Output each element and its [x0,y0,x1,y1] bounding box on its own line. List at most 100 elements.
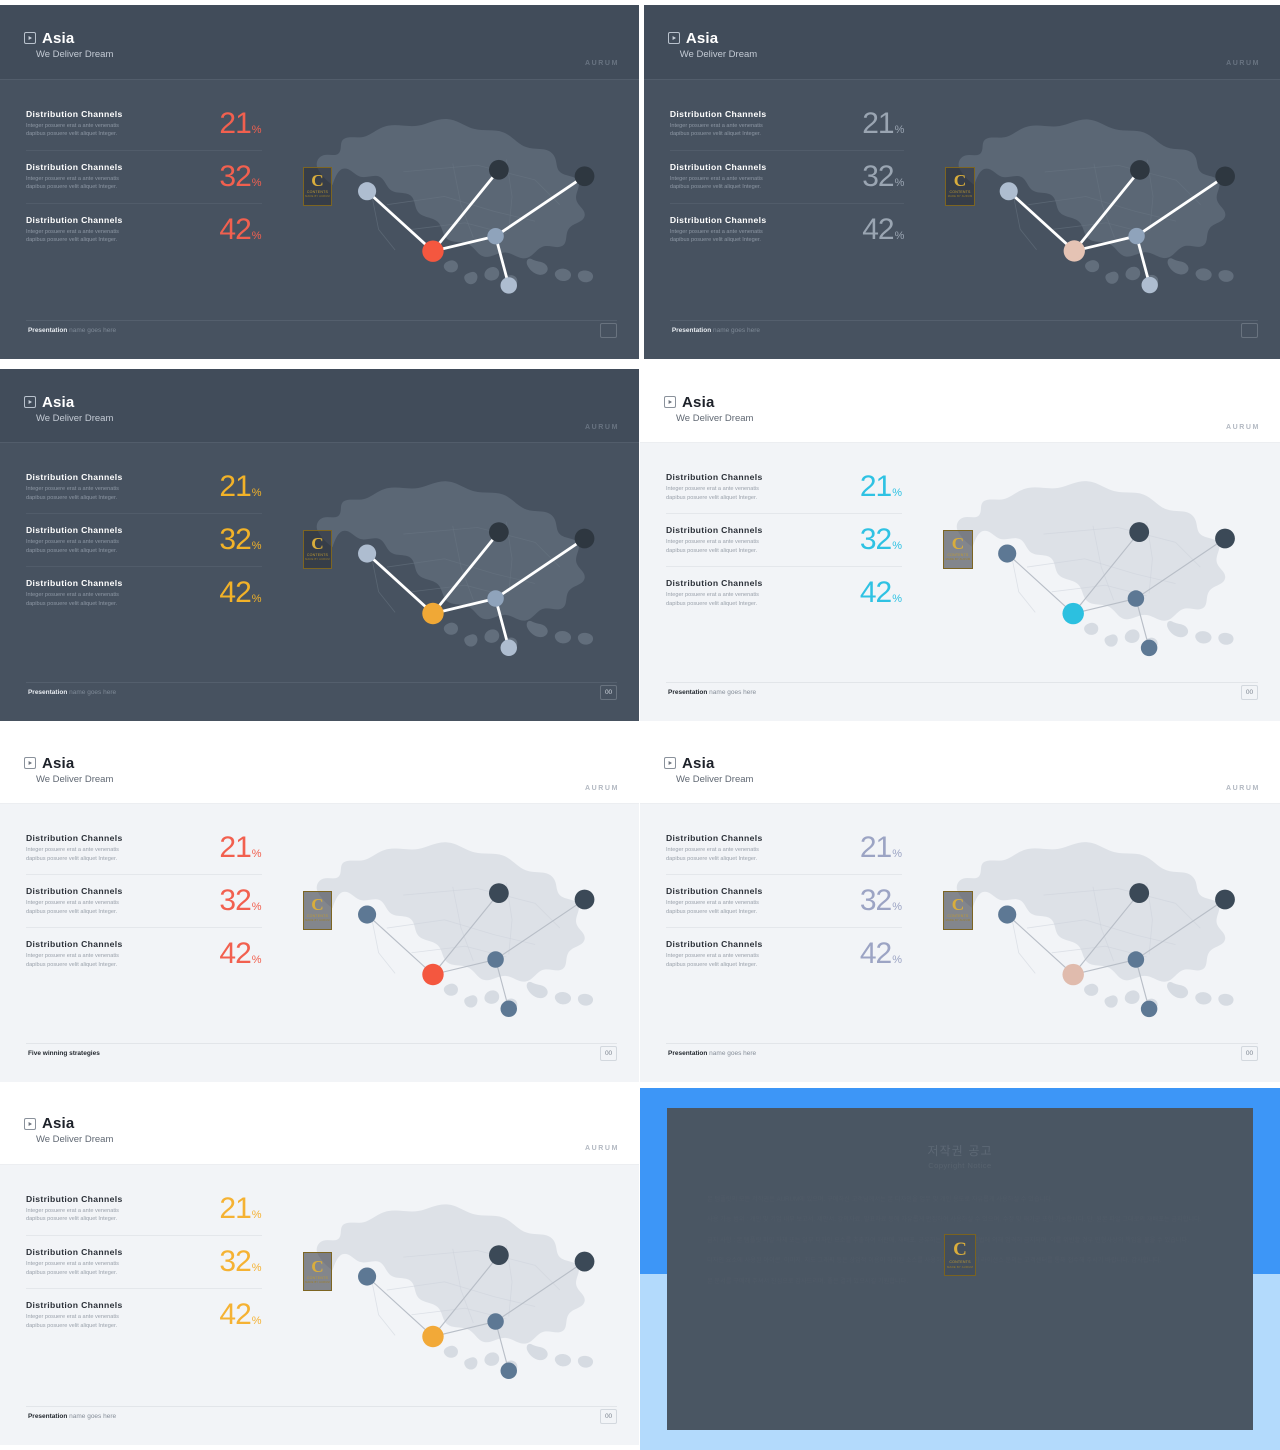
slide-light-cyan[interactable]: Asia We Deliver Dream AURUM Distribution… [640,369,1280,721]
stat-row[interactable]: Distribution Channels Integer posuere er… [669,149,905,203]
stat-number: 32 [219,159,251,193]
slide-header [640,369,1280,443]
page-title: Asia [23,31,75,46]
stat-row[interactable]: Distribution Channels Integer posuere er… [670,108,905,150]
badge-letter: C [951,895,965,915]
copyright-card: 저작권 공고 Copyright Notice 본 템플릿의 모든 저작권은 A… [667,1108,1253,1430]
footer-divider [25,1406,618,1407]
contents-badge: C CONTENTS MADE BY AURUM [943,529,973,569]
page-number-badge[interactable]: 00 [1241,323,1259,339]
stat-row[interactable]: Distribution Channels Integer posuere er… [26,1194,262,1235]
stat-row[interactable]: Distribution Channels Integer posuere er… [666,874,902,927]
stat-percent-symbol: % [251,229,262,242]
stat-text: Distribution Channels Integer posuere er… [666,833,860,863]
page-number-badge[interactable]: 00 [600,323,618,339]
stat-number: 42 [219,1298,251,1332]
stat-row[interactable]: Distribution Channels Integer posuere er… [666,833,902,874]
stats-list: Distribution Channels Integer posuere er… [25,1194,262,1332]
page-number-text: 00 [604,689,613,697]
stat-number: 32 [219,884,251,918]
stats-list: Distribution Channels Integer posuere er… [666,833,902,969]
page-number-badge[interactable]: 00 [600,685,618,701]
asia-map-chart[interactable] [288,446,617,684]
stat-description: Integer posuere erat a ante venenatis da… [666,846,759,862]
stat-value: 32 % [862,161,905,192]
stat-row[interactable]: Distribution Channels Integer posuere er… [25,1288,262,1332]
footer-note: name goes here [707,1049,757,1057]
badge-subtitle-2: MADE BY AURUM [945,919,971,923]
slide-header [0,1090,639,1165]
stat-row[interactable]: Distribution Channels Integer posuere er… [26,106,262,150]
slide-dark-amber[interactable]: Asia We Deliver Dream AURUM Distribution… [0,369,639,721]
asia-map-chart[interactable] [928,446,1258,684]
stat-row[interactable]: Distribution Channels Integer posuere er… [25,927,262,969]
asia-map-chart[interactable] [288,83,617,322]
stat-label: Distribution Channels [25,214,123,225]
stat-description: Integer posuere erat a ante venenatis da… [669,228,763,244]
stat-value: 21 % [219,106,261,140]
stat-value: 42 % [219,578,261,608]
page-title: Asia [23,1116,75,1131]
stat-row[interactable]: Distribution Channels Integer posuere er… [26,472,262,513]
stat-row[interactable]: Distribution Channels Integer posuere er… [25,149,262,203]
stat-row[interactable]: Distribution Channels Integer posuere er… [25,874,262,927]
slide-header [644,5,1280,80]
slide-light-coral[interactable]: Asia We Deliver Dream AURUM Distribution… [0,730,639,1082]
page-title-text: Asia [41,393,75,411]
stat-percent-symbol: % [894,176,905,189]
stats-list: Distribution Channels Integer posuere er… [666,472,902,608]
page-number-badge[interactable]: 00 [600,1409,618,1424]
stats-list: Distribution Channels Integer posuere er… [669,108,905,245]
stat-row[interactable]: Distribution Channels Integer posuere er… [666,927,902,969]
slide-light-amber[interactable]: Asia We Deliver Dream AURUM Distribution… [0,1090,639,1445]
stat-row[interactable]: Distribution Channels Integer posuere er… [666,472,902,513]
stat-description: Integer posuere erat a ante venenatis da… [666,592,759,607]
stat-percent-symbol: % [892,901,902,914]
footer-label: Presentation [668,1049,708,1057]
slide-dark-coral[interactable]: Asia We Deliver Dream AURUM Distribution… [0,5,639,359]
stat-row[interactable]: Distribution Channels Integer posuere er… [25,566,262,608]
footer-divider [25,1043,618,1045]
copyright-title-ko: 저작권 공고 [927,1144,993,1158]
page-number-text: 00 [1245,1050,1254,1058]
stat-row[interactable]: Distribution Channels Integer posuere er… [25,1235,262,1288]
stat-row[interactable]: Distribution Channels Integer posuere er… [669,202,905,245]
stat-row[interactable]: Distribution Channels Integer posuere er… [666,513,902,566]
footer-label: Presentation [668,688,708,696]
footer-note: name goes here [707,688,757,696]
page-title: Asia [667,31,719,46]
stat-label: Distribution Channels [25,1300,123,1311]
stat-text: Distribution Channels Integer posuere er… [26,833,219,863]
page-number-badge[interactable]: 00 [1241,685,1258,701]
asia-map-chart[interactable] [930,83,1258,322]
stat-percent-symbol: % [894,123,905,136]
header-divider [0,442,639,443]
badge-subtitle-2: MADE BY AURUM [305,919,330,923]
stat-text: Distribution Channels Integer posuere er… [26,1247,219,1277]
page-number-badge[interactable]: 00 [600,1046,618,1062]
badge-subtitle-2: MADE BY AURUM [305,1280,330,1284]
stat-number: 21 [859,470,892,504]
slide-dark-grey[interactable]: Asia We Deliver Dream AURUM Distribution… [644,5,1280,359]
page-number-badge[interactable]: 00 [1241,1046,1258,1062]
stat-row[interactable]: Distribution Channels Integer posuere er… [25,513,262,566]
stat-row[interactable]: Distribution Channels Integer posuere er… [666,566,902,608]
brand-wordmark: AURUM [1226,59,1261,67]
page-title: Asia [664,756,715,771]
badge-letter: C [953,1238,967,1260]
stat-row[interactable]: Distribution Channels Integer posuere er… [25,202,262,245]
asia-map-chart[interactable] [928,807,1258,1045]
play-icon [23,32,36,45]
stat-row[interactable]: Distribution Channels Integer posuere er… [26,833,262,874]
slide-header [0,730,639,804]
stat-value: 42 % [219,214,262,245]
play-icon [23,757,36,770]
brand-wordmark: AURUM [1225,784,1260,792]
asia-map-chart[interactable] [288,1168,617,1408]
stat-description: Integer posuere erat a ante venenatis da… [669,175,763,191]
footer-label: Presentation [27,1412,68,1420]
slide-light-lavender[interactable]: Asia We Deliver Dream AURUM Distribution… [640,730,1280,1082]
asia-map-chart[interactable] [288,807,617,1045]
stat-number: 21 [219,106,251,140]
badge-letter: C [311,171,324,191]
